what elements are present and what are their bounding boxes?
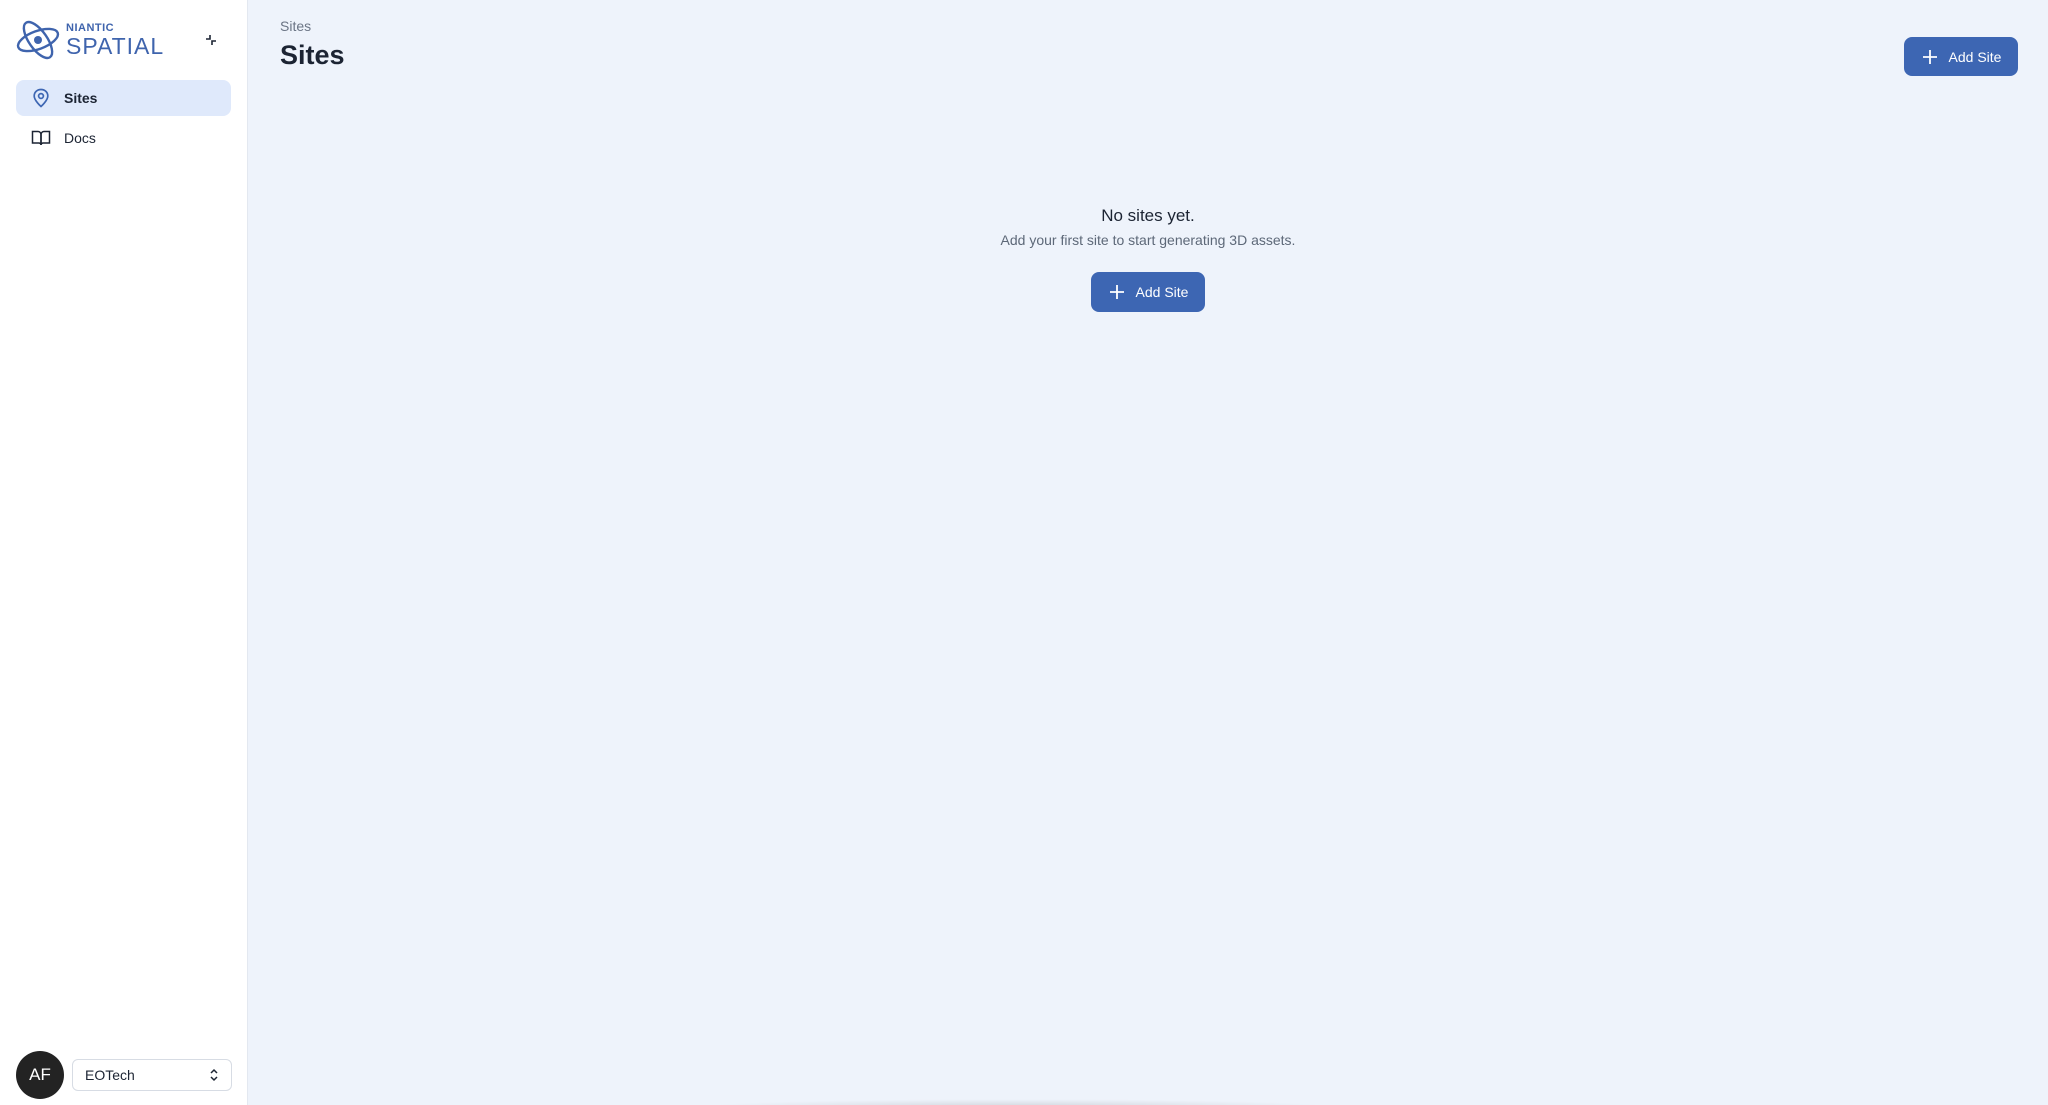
brand-logo[interactable]: NIANTIC SPATIAL	[14, 16, 164, 64]
add-site-button-label: Add Site	[1948, 48, 2002, 65]
sidebar-item-sites[interactable]: Sites	[16, 80, 231, 116]
bottom-shadow	[698, 1099, 1338, 1105]
org-select-value: EOTech	[85, 1067, 135, 1083]
app: NIANTIC SPATIAL Sites Docs AF EOTech Sit…	[0, 0, 2048, 1105]
sidebar: NIANTIC SPATIAL Sites Docs AF EOTech	[0, 0, 248, 1105]
sidebar-item-label: Docs	[64, 130, 96, 146]
brand-top-text: NIANTIC	[66, 21, 115, 34]
sidebar-item-docs[interactable]: Docs	[16, 120, 231, 156]
book-open-icon	[30, 127, 52, 149]
empty-add-site-button-label: Add Site	[1135, 284, 1189, 300]
logo-row: NIANTIC SPATIAL	[0, 0, 247, 80]
collapse-icon	[206, 35, 216, 45]
page-title: Sites	[280, 40, 345, 70]
empty-state: No sites yet. Add your first site to sta…	[248, 206, 2048, 312]
chevron-up-down-icon	[210, 1068, 218, 1082]
breadcrumb[interactable]: Sites	[280, 18, 311, 34]
plus-icon	[1108, 283, 1126, 301]
sidebar-nav: Sites Docs	[0, 80, 247, 156]
add-site-button[interactable]: Add Site	[1904, 37, 2018, 76]
sidebar-footer: AF EOTech	[16, 1051, 232, 1099]
plus-icon	[1921, 48, 1939, 66]
sidebar-item-label: Sites	[64, 90, 98, 106]
map-pin-icon	[30, 87, 52, 109]
collapse-sidebar-button[interactable]	[199, 28, 223, 52]
main-content: Sites Sites Add Site No sites yet. Add y…	[248, 0, 2048, 1105]
atom-logo-icon	[16, 20, 60, 60]
org-select[interactable]: EOTech	[72, 1059, 232, 1091]
empty-add-site-button[interactable]: Add Site	[1091, 272, 1205, 312]
empty-state-title: No sites yet.	[1101, 206, 1195, 225]
avatar[interactable]: AF	[16, 1051, 64, 1099]
empty-state-subtitle: Add your first site to start generating …	[1000, 232, 1296, 248]
brand-bottom-text: SPATIAL	[66, 32, 165, 59]
